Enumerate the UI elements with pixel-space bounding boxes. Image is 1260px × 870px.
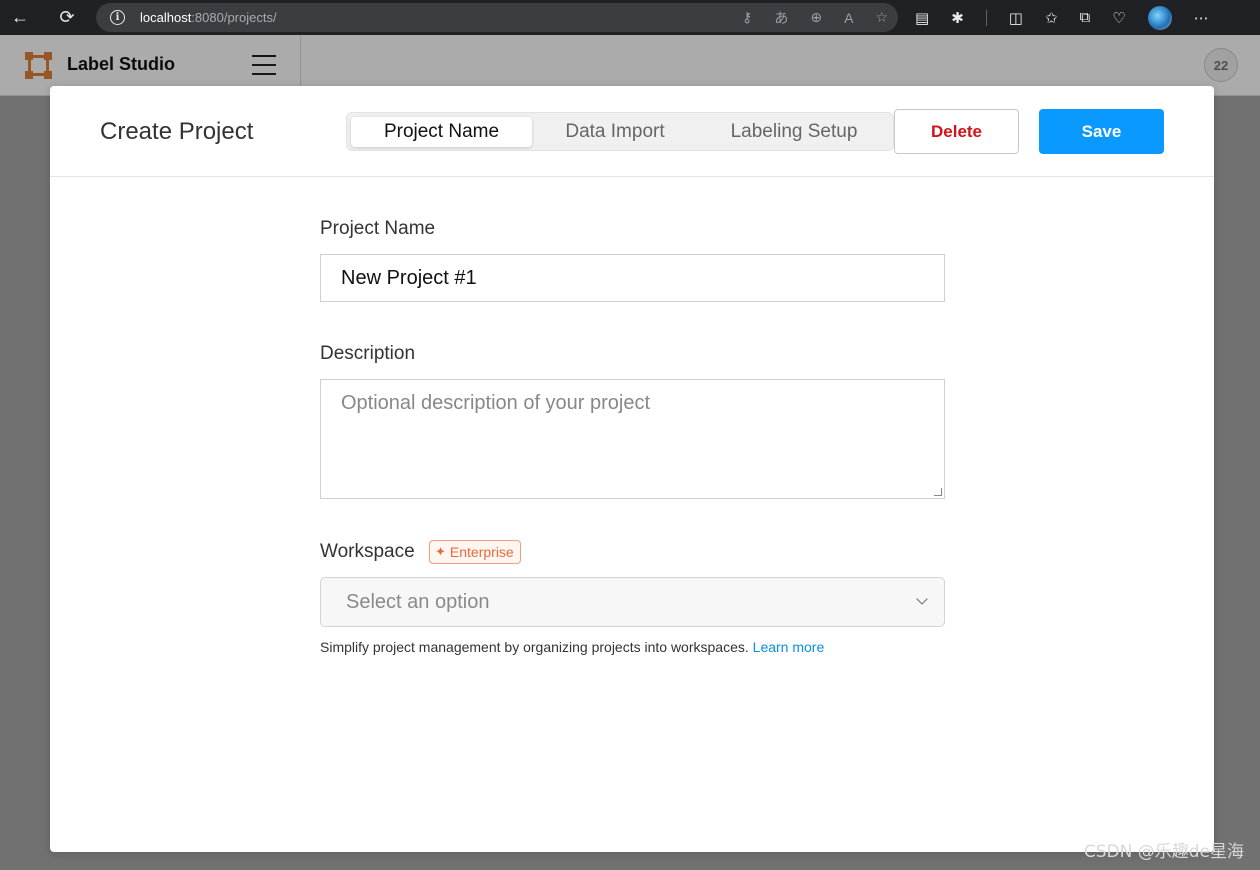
extensions-icon[interactable]: ✱	[951, 9, 964, 27]
tab-project-name[interactable]: Project Name	[351, 117, 532, 147]
description-textarea[interactable]: Optional description of your project	[320, 379, 945, 499]
chevron-down-icon	[916, 593, 928, 605]
info-icon[interactable]: i	[110, 10, 125, 25]
description-placeholder: Optional description of your project	[341, 392, 651, 414]
tab-data-import[interactable]: Data Import	[535, 117, 695, 147]
back-icon[interactable]: ←	[0, 0, 40, 35]
favorite-icon[interactable]: ☆	[875, 9, 888, 26]
delete-button[interactable]: Delete	[894, 109, 1019, 154]
workspace-help-text: Simplify project management by organizin…	[320, 639, 824, 655]
address-bar[interactable]: i localhost:8080/projects/ ⚷ あ ⊕ A ☆	[96, 3, 898, 32]
project-name-label: Project Name	[320, 218, 436, 239]
modal-title: Create Project	[100, 118, 254, 145]
translate-icon[interactable]: あ	[774, 8, 788, 28]
create-project-modal: Create Project Project Name Data Import …	[50, 86, 1214, 852]
toolbar-divider	[985, 9, 987, 26]
browser-toolbar: ← ⟳ i localhost:8080/projects/ ⚷ あ ⊕ A ☆…	[0, 0, 1260, 35]
tab-labeling-setup[interactable]: Labeling Setup	[699, 117, 889, 147]
workspace-select[interactable]: Select an option	[320, 577, 945, 627]
read-aloud-icon[interactable]: A	[844, 10, 853, 26]
modal-header: Create Project Project Name Data Import …	[50, 86, 1214, 177]
url-path: :8080/projects/	[191, 10, 277, 25]
sparkle-icon: ✦	[435, 544, 446, 559]
learn-more-link[interactable]: Learn more	[753, 639, 825, 655]
step-tabs: Project Name Data Import Labeling Setup	[346, 112, 894, 151]
workspace-help-message: Simplify project management by organizin…	[320, 639, 749, 655]
more-icon[interactable]: ⋯	[1194, 9, 1209, 27]
enterprise-badge: ✦ Enterprise	[429, 540, 521, 564]
workspace-select-placeholder: Select an option	[346, 590, 490, 613]
resize-grip-icon[interactable]	[934, 488, 942, 496]
watermark: CSDN @乐趣de星海	[1083, 842, 1244, 862]
zoom-icon[interactable]: ⊕	[810, 9, 822, 26]
split-screen-icon[interactable]: ◫	[1009, 9, 1023, 27]
profile-avatar[interactable]	[1147, 5, 1172, 30]
refresh-icon[interactable]: ⟳	[47, 0, 87, 35]
save-button[interactable]: Save	[1039, 109, 1164, 154]
reading-view-icon[interactable]: ▤	[915, 9, 929, 27]
collections-icon[interactable]: ⧉	[1080, 9, 1091, 26]
url-host: localhost	[140, 10, 192, 25]
favorites-icon[interactable]: ✩	[1045, 9, 1058, 27]
enterprise-badge-label: Enterprise	[449, 544, 514, 560]
health-icon[interactable]: ♡	[1112, 9, 1125, 27]
project-name-input[interactable]: New Project #1	[320, 254, 945, 302]
description-label: Description	[320, 343, 416, 364]
key-icon[interactable]: ⚷	[742, 9, 752, 26]
workspace-label: Workspace	[320, 541, 415, 562]
